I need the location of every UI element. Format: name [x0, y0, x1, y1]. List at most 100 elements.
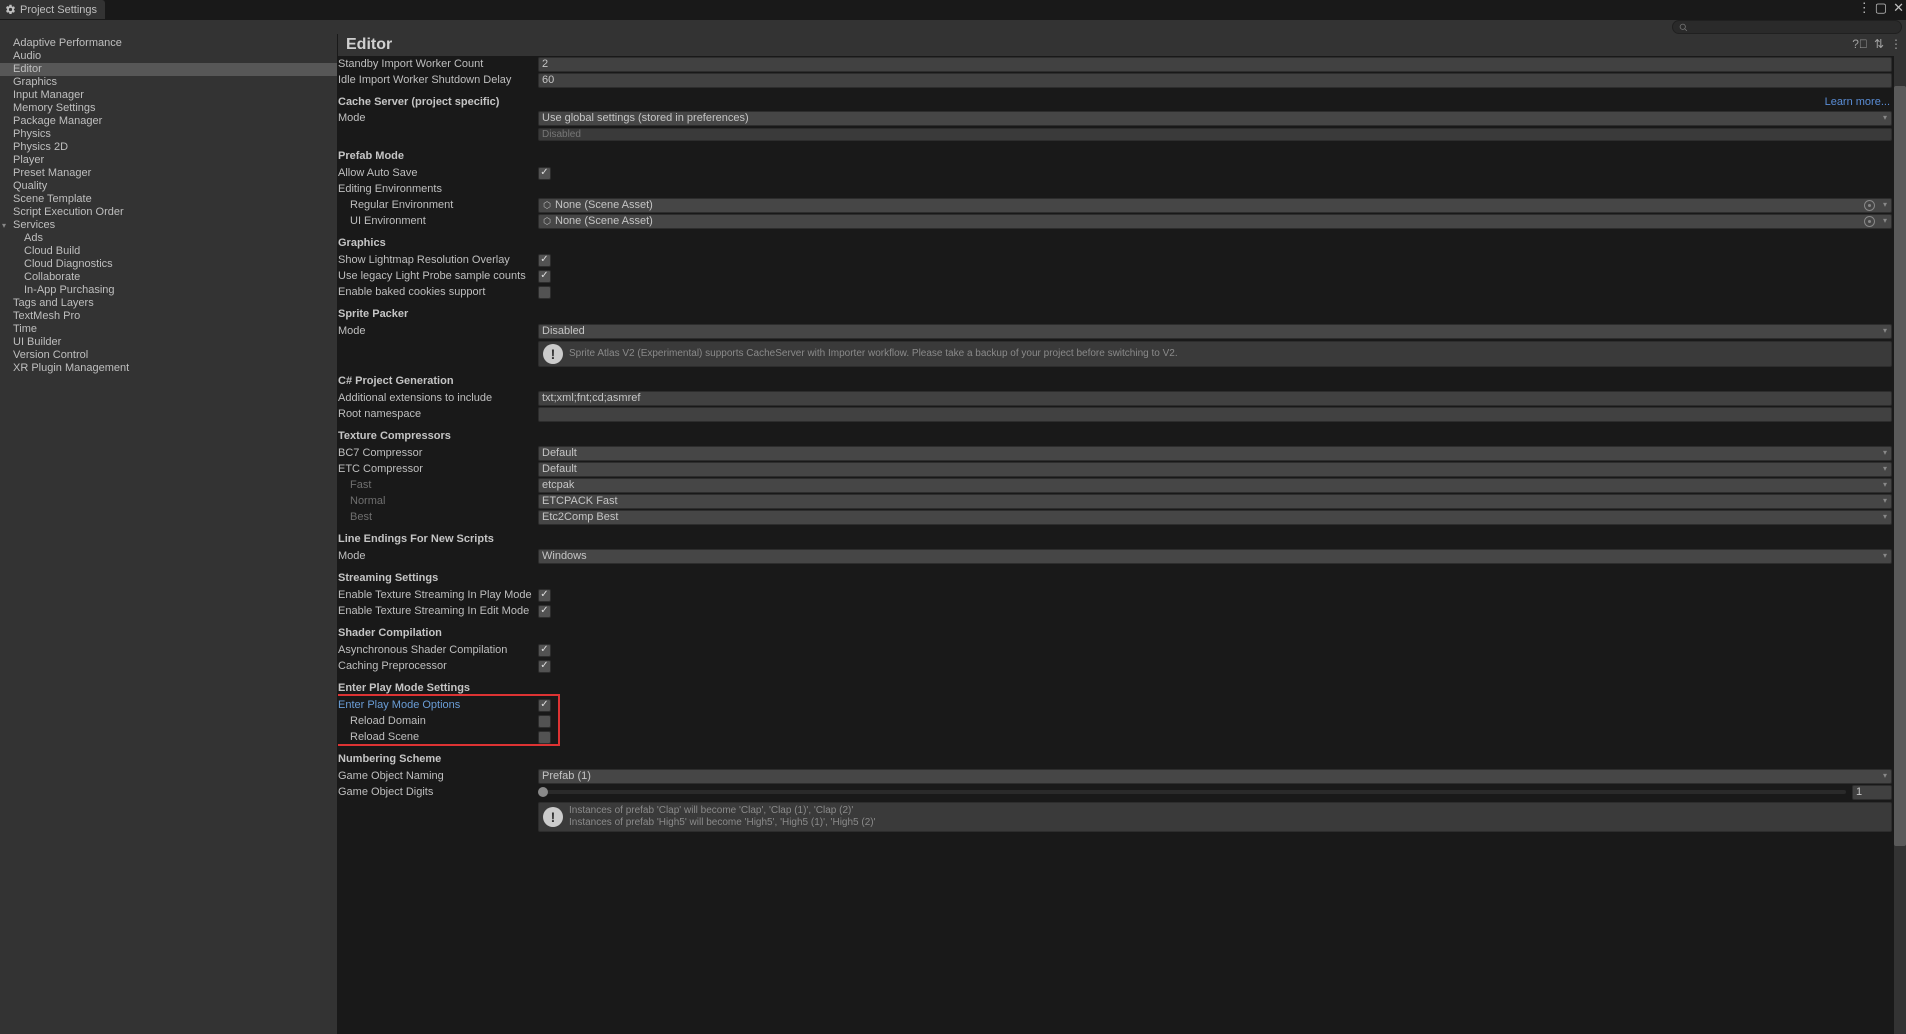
sidebar-item-scene-template[interactable]: Scene Template [0, 193, 337, 206]
sidebar-item-physics[interactable]: Physics [0, 128, 337, 141]
label-go-digits: Game Object Digits [338, 785, 538, 800]
checkbox-reload-scene[interactable] [538, 731, 551, 744]
sidebar-item-quality[interactable]: Quality [0, 180, 337, 193]
checkbox-async-shader[interactable] [538, 644, 551, 657]
dropdown-etc[interactable]: Default [538, 462, 1892, 477]
sidebar-item-time[interactable]: Time [0, 323, 337, 336]
sidebar-item-preset-manager[interactable]: Preset Manager [0, 167, 337, 180]
label-etc-fast: Fast [338, 478, 538, 493]
dropdown-sprite-mode[interactable]: Disabled [538, 324, 1892, 339]
checkbox-lightmap-res[interactable] [538, 254, 551, 267]
label-caching-preproc: Caching Preprocessor [338, 659, 538, 674]
checkbox-reload-domain[interactable] [538, 715, 551, 728]
sidebar-item-xr-plugin-management[interactable]: XR Plugin Management [0, 362, 337, 375]
sidebar-item-graphics[interactable]: Graphics [0, 76, 337, 89]
sidebar-item-input-manager[interactable]: Input Manager [0, 89, 337, 102]
checkbox-auto-save[interactable] [538, 167, 551, 180]
label-sprite-mode: Mode [338, 324, 538, 339]
maximize-icon[interactable]: ▢ [1875, 1, 1887, 14]
dropdown-etc-best[interactable]: Etc2Comp Best [538, 510, 1892, 525]
header-shader: Shader Compilation [338, 626, 538, 641]
header-line-endings: Line Endings For New Scripts [338, 532, 538, 547]
dropdown-line-mode[interactable]: Windows [538, 549, 1892, 564]
label-root-ns: Root namespace [338, 407, 538, 422]
object-picker-icon[interactable] [1864, 216, 1875, 227]
search-input[interactable] [1672, 20, 1902, 34]
object-regular-env[interactable]: ⬡None (Scene Asset) [538, 198, 1892, 213]
help-icon[interactable]: ?⃝ [1852, 37, 1868, 51]
sidebar-item-script-execution-order[interactable]: Script Execution Order [0, 206, 337, 219]
sidebar-item-services[interactable]: Services [0, 219, 337, 232]
input-root-ns[interactable] [538, 407, 1892, 422]
checkbox-play-options[interactable] [538, 699, 551, 712]
sidebar-item-physics-2d[interactable]: Physics 2D [0, 141, 337, 154]
label-reload-scene: Reload Scene [338, 730, 538, 745]
label-bc7: BC7 Compressor [338, 446, 538, 461]
header-cache-server: Cache Server (project specific) [338, 95, 538, 110]
sidebar-item-cloud-diagnostics[interactable]: Cloud Diagnostics [0, 258, 337, 271]
label-idle-shutdown: Idle Import Worker Shutdown Delay [338, 73, 538, 88]
header-numbering: Numbering Scheme [338, 752, 538, 767]
input-idle-shutdown[interactable] [538, 73, 1892, 88]
checkbox-legacy-probe[interactable] [538, 270, 551, 283]
sidebar-item-version-control[interactable]: Version Control [0, 349, 337, 362]
project-settings-tab[interactable]: Project Settings [0, 0, 105, 19]
cache-status: Disabled [538, 128, 1892, 141]
header-sprite-packer: Sprite Packer [338, 307, 538, 322]
label-extensions: Additional extensions to include [338, 391, 538, 406]
sidebar-item-textmesh-pro[interactable]: TextMesh Pro [0, 310, 337, 323]
dropdown-etc-normal[interactable]: ETCPACK Fast [538, 494, 1892, 509]
sidebar-item-ui-builder[interactable]: UI Builder [0, 336, 337, 349]
sidebar: Adaptive PerformanceAudioEditorGraphicsI… [0, 34, 338, 1034]
learn-more-link[interactable]: Learn more... [1825, 96, 1890, 108]
dropdown-cache-mode[interactable]: Use global settings (stored in preferenc… [538, 111, 1892, 126]
sidebar-item-editor[interactable]: Editor [0, 63, 337, 76]
sidebar-item-package-manager[interactable]: Package Manager [0, 115, 337, 128]
sidebar-item-tags-and-layers[interactable]: Tags and Layers [0, 297, 337, 310]
label-go-naming: Game Object Naming [338, 769, 538, 784]
input-extensions[interactable] [538, 391, 1892, 406]
input-go-digits[interactable] [1852, 785, 1892, 800]
checkbox-stream-play[interactable] [538, 589, 551, 602]
slider-go-digits[interactable] [538, 790, 1846, 794]
label-lightmap-res: Show Lightmap Resolution Overlay [338, 253, 538, 268]
main-panel: Editor ?⃝ ⇅ ⋮ Standby Import Worker Coun… [338, 34, 1906, 1034]
sidebar-item-in-app-purchasing[interactable]: In-App Purchasing [0, 284, 337, 297]
checkbox-stream-edit[interactable] [538, 605, 551, 618]
checkbox-baked-cookies[interactable] [538, 286, 551, 299]
title-bar: Project Settings ⋮ ▢ ✕ [0, 0, 1906, 19]
label-legacy-probe: Use legacy Light Probe sample counts [338, 269, 538, 284]
sidebar-item-memory-settings[interactable]: Memory Settings [0, 102, 337, 115]
preset-icon[interactable]: ⇅ [1874, 37, 1884, 51]
kebab-icon[interactable]: ⋮ [1858, 1, 1869, 14]
input-standby-workers[interactable] [538, 57, 1892, 72]
main-header: Editor ?⃝ ⇅ ⋮ [338, 34, 1906, 56]
header-prefab-mode: Prefab Mode [338, 149, 538, 164]
object-ui-env[interactable]: ⬡None (Scene Asset) [538, 214, 1892, 229]
checkbox-caching-preproc[interactable] [538, 660, 551, 673]
label-ui-env: UI Environment [338, 214, 538, 229]
header-streaming: Streaming Settings [338, 571, 538, 586]
sidebar-item-collaborate[interactable]: Collaborate [0, 271, 337, 284]
header-play-mode: Enter Play Mode Settings [338, 681, 538, 696]
dropdown-bc7[interactable]: Default [538, 446, 1892, 461]
menu-icon[interactable]: ⋮ [1890, 37, 1902, 51]
dropdown-go-naming[interactable]: Prefab (1) [538, 769, 1892, 784]
sidebar-item-adaptive-performance[interactable]: Adaptive Performance [0, 37, 337, 50]
label-async-shader: Asynchronous Shader Compilation [338, 643, 538, 658]
close-icon[interactable]: ✕ [1893, 1, 1904, 14]
window-controls: ⋮ ▢ ✕ [1858, 1, 1904, 14]
object-picker-icon[interactable] [1864, 200, 1875, 211]
sidebar-item-player[interactable]: Player [0, 154, 337, 167]
info-icon: ! [543, 807, 563, 827]
label-baked-cookies: Enable baked cookies support [338, 285, 538, 300]
sidebar-item-ads[interactable]: Ads [0, 232, 337, 245]
window-title: Project Settings [20, 4, 97, 16]
scrollbar-thumb[interactable] [1894, 86, 1906, 846]
sidebar-item-cloud-build[interactable]: Cloud Build [0, 245, 337, 258]
scene-icon: ⬡ [542, 200, 552, 210]
toolbar [0, 19, 1906, 34]
scrollbar-track[interactable] [1894, 56, 1906, 1034]
sidebar-item-audio[interactable]: Audio [0, 50, 337, 63]
dropdown-etc-fast[interactable]: etcpak [538, 478, 1892, 493]
